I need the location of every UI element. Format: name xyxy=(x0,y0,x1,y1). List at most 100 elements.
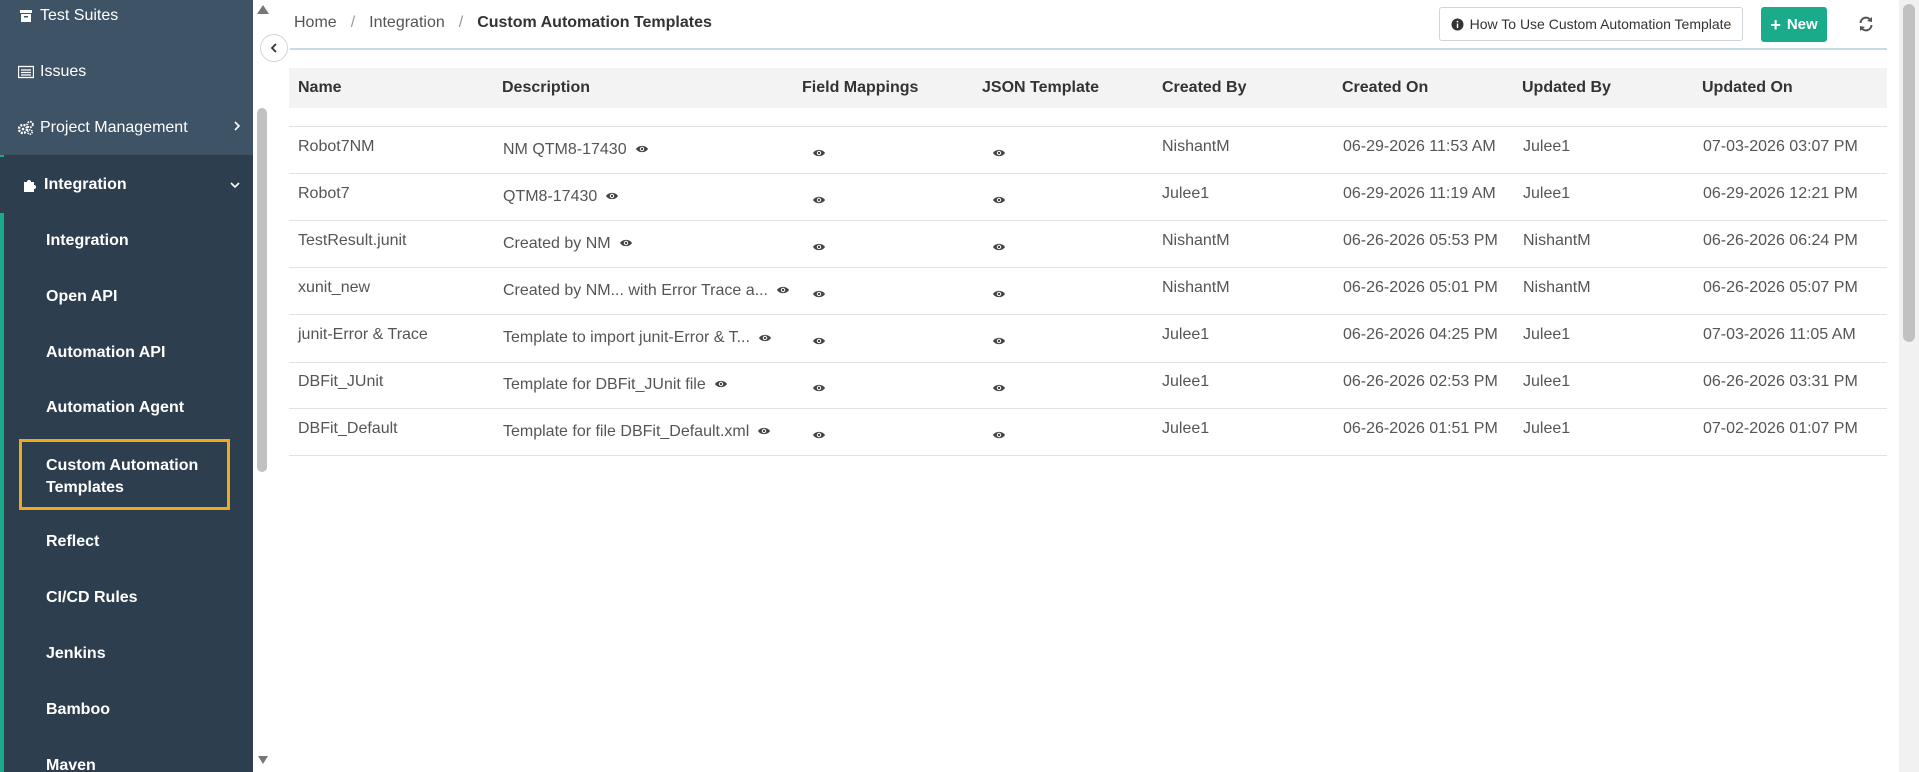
sidebar-item-ci-cd-rules[interactable]: CI/CD Rules xyxy=(0,570,253,626)
plus-icon: + xyxy=(1770,14,1781,35)
field-mappings-view-button[interactable] xyxy=(812,380,826,398)
table-row[interactable]: junit-Error & Trace Template to import ju… xyxy=(289,315,1887,363)
sidebar-item-project-management[interactable]: Project Management xyxy=(0,100,253,156)
sidebar-item-jenkins[interactable]: Jenkins xyxy=(0,626,253,682)
scroll-up-arrow-icon[interactable] xyxy=(257,5,269,14)
cell-name: junit-Error & Trace xyxy=(298,326,428,343)
cell-updated-on: 07-03-2026 11:05 AM xyxy=(1703,326,1856,343)
eye-icon[interactable] xyxy=(758,333,772,343)
field-mappings-view-button[interactable] xyxy=(812,192,826,210)
table-row[interactable]: Robot7 QTM8-17430 Julee1 06-29-2026 11:19 A… xyxy=(289,174,1887,221)
field-mappings-view-button[interactable] xyxy=(812,333,826,351)
sidebar-item-open-api[interactable]: Open API xyxy=(0,269,253,325)
list-icon xyxy=(16,62,36,82)
table-row[interactable]: DBFit_Default Template for file DBFit_Def… xyxy=(289,409,1887,456)
chevron-left-icon xyxy=(270,42,278,54)
eye-icon xyxy=(812,195,826,205)
eye-icon xyxy=(812,242,826,252)
column-header-field-mappings[interactable]: Field Mappings xyxy=(802,68,918,108)
column-header-updated-on[interactable]: Updated On xyxy=(1702,68,1793,108)
eye-icon xyxy=(992,195,1006,205)
new-template-button[interactable]: + New xyxy=(1761,7,1827,42)
sidebar-item-bamboo[interactable]: Bamboo xyxy=(0,682,253,738)
field-mappings-view-button[interactable] xyxy=(812,427,826,445)
json-template-view-button[interactable] xyxy=(992,239,1006,257)
breadcrumb: Home / Integration / Custom Automation T… xyxy=(294,14,712,32)
cell-created-on: 06-26-2026 02:53 PM xyxy=(1343,372,1498,390)
column-header-created-by[interactable]: Created By xyxy=(1162,68,1246,108)
cell-description: Template for file DBFit_Default.xml xyxy=(503,423,771,441)
table-row[interactable]: xunit_new Created by NM... with Error Tra… xyxy=(289,268,1887,315)
json-template-view-button[interactable] xyxy=(992,333,1006,351)
cell-name: xunit_new xyxy=(298,278,371,296)
sidebar-item-reflect[interactable]: Reflect xyxy=(0,514,253,570)
eye-icon xyxy=(992,336,1006,346)
column-header-created-on[interactable]: Created On xyxy=(1342,68,1428,108)
field-mappings-view-button[interactable] xyxy=(812,145,826,163)
sidebar-item-custom-automation-templates[interactable]: Custom Automation Templates xyxy=(19,439,230,510)
scroll-down-arrow-icon[interactable] xyxy=(258,756,268,764)
how-to-use-button[interactable]: How To Use Custom Automation Template xyxy=(1439,7,1743,41)
cell-name: DBFit_JUnit xyxy=(298,372,384,390)
eye-icon xyxy=(812,148,826,158)
cell-created-on: 06-29-2026 11:19 AM xyxy=(1343,184,1496,202)
json-template-view-button[interactable] xyxy=(992,145,1006,163)
column-header-name[interactable]: Name xyxy=(298,68,342,108)
breadcrumb-integration[interactable]: Integration xyxy=(369,14,445,32)
collapse-sidebar-button[interactable] xyxy=(260,34,288,62)
header-divider xyxy=(290,48,1887,50)
cell-updated-on: 07-02-2026 01:07 PM xyxy=(1703,419,1858,437)
table-row[interactable]: DBFit_JUnit Template for DBFit_JUnit file… xyxy=(289,362,1887,409)
json-template-view-button[interactable] xyxy=(992,427,1006,445)
cell-created-on: 06-29-2026 11:53 AM xyxy=(1343,137,1496,155)
column-header-description[interactable]: Description xyxy=(502,68,590,108)
refresh-button[interactable] xyxy=(1854,12,1878,36)
json-template-view-button[interactable] xyxy=(992,192,1006,210)
eye-icon[interactable] xyxy=(619,238,633,248)
sidebar-item-maven[interactable]: Maven xyxy=(0,738,253,772)
cell-updated-by: Julee1 xyxy=(1523,184,1571,202)
cell-description: Created by NM... with Error Trace a... xyxy=(503,282,790,300)
sidebar-scrollbar-thumb[interactable] xyxy=(257,108,267,472)
sidebar-item-integration[interactable]: Integration xyxy=(0,213,253,269)
breadcrumb-current: Custom Automation Templates xyxy=(477,14,712,31)
cell-created-by: NishantM xyxy=(1162,137,1230,155)
sidebar-item-issues[interactable]: Issues xyxy=(0,44,253,100)
breadcrumb-separator: / xyxy=(350,14,356,31)
sidebar-scrollbar[interactable] xyxy=(253,0,271,772)
cell-created-by: Julee1 xyxy=(1162,372,1210,390)
sidebar-item-integration-group[interactable]: Integration xyxy=(0,157,253,213)
cell-updated-by: NishantM xyxy=(1523,231,1591,249)
column-header-updated-by[interactable]: Updated By xyxy=(1522,68,1611,108)
cell-updated-on: 06-26-2026 03:31 PM xyxy=(1703,372,1858,390)
eye-icon xyxy=(992,289,1006,299)
field-mappings-view-button[interactable] xyxy=(812,239,826,257)
cell-name: Robot7 xyxy=(298,184,350,202)
cell-created-by: Julee1 xyxy=(1162,419,1210,437)
cell-description: Created by NM xyxy=(503,235,633,253)
cell-created-on: 06-26-2026 05:01 PM xyxy=(1343,278,1498,296)
eye-icon[interactable] xyxy=(757,426,771,436)
cell-name: Robot7NM xyxy=(298,137,375,155)
field-mappings-view-button[interactable] xyxy=(812,286,826,304)
cell-updated-by: Julee1 xyxy=(1523,419,1571,437)
page-scrollbar[interactable] xyxy=(1899,0,1919,772)
json-template-view-button[interactable] xyxy=(992,286,1006,304)
sidebar-item-automation-agent[interactable]: Automation Agent xyxy=(0,380,253,436)
cell-updated-by: NishantM xyxy=(1523,278,1591,296)
json-template-view-button[interactable] xyxy=(992,380,1006,398)
table-row[interactable]: TestResult.junit Created by NM NishantM 06-… xyxy=(289,221,1887,268)
eye-icon[interactable] xyxy=(714,379,728,389)
cell-description: NM QTM8-17430 xyxy=(503,141,649,159)
eye-icon[interactable] xyxy=(776,285,790,295)
cell-updated-on: 07-03-2026 03:07 PM xyxy=(1703,137,1858,155)
eye-icon xyxy=(992,148,1006,158)
eye-icon[interactable] xyxy=(635,144,649,154)
eye-icon[interactable] xyxy=(605,191,619,201)
table-row[interactable]: Robot7NM NM QTM8-17430 NishantM 06-29-2026 … xyxy=(289,127,1887,174)
page-scrollbar-thumb[interactable] xyxy=(1903,4,1915,342)
breadcrumb-home[interactable]: Home xyxy=(294,14,337,32)
sidebar-item-test-suites[interactable]: Test Suites xyxy=(0,0,253,44)
sidebar-item-automation-api[interactable]: Automation API xyxy=(0,325,253,381)
column-header-json-template[interactable]: JSON Template xyxy=(982,68,1099,108)
